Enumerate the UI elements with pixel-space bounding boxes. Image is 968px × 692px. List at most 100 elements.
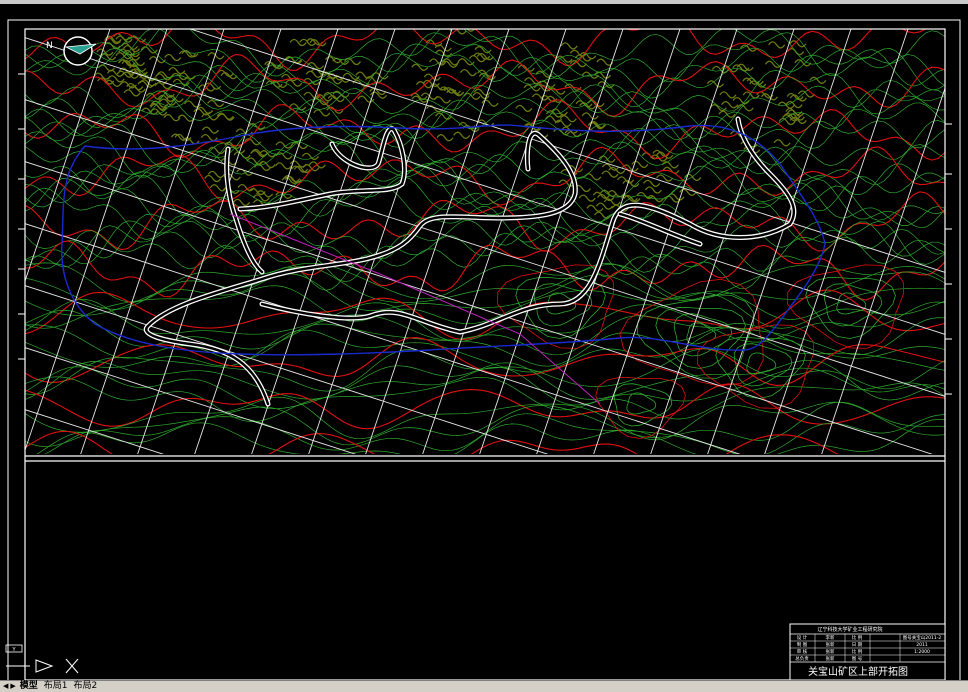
vegetation-stroke [453, 131, 471, 139]
title-block-cell: 设 计 [797, 634, 808, 641]
vegetation-stroke [601, 170, 619, 178]
vegetation-stroke [323, 91, 341, 100]
tab-model[interactable]: 模型 [17, 681, 41, 692]
vegetation-stroke [201, 126, 220, 134]
ucs-icon: Y X [5, 644, 87, 674]
drawing-title: 关宝山矿区上部开拓图 [808, 665, 908, 678]
vegetation-stroke [217, 113, 235, 121]
vegetation-stroke [764, 60, 782, 68]
vegetation-stroke [560, 42, 578, 50]
vegetation-stroke [581, 112, 599, 120]
tab-nav-first-icon[interactable]: ◀ [2, 681, 9, 692]
vegetation-stroke [123, 89, 141, 97]
vegetation-stroke [244, 138, 262, 146]
title-block-cell: 制 图 [797, 641, 808, 648]
vegetation-stroke [426, 105, 444, 113]
vegetation-stroke [706, 80, 724, 88]
vegetation-stroke [768, 41, 786, 49]
vegetation-stroke [275, 152, 293, 160]
title-block-cell: 李新 [826, 634, 835, 641]
vegetation-stroke [303, 77, 321, 86]
vegetation-stroke [661, 161, 679, 169]
vegetation-stroke [559, 115, 577, 123]
vegetation-stroke [531, 93, 549, 101]
hill-contour [805, 277, 896, 339]
vegetation-stroke [786, 92, 804, 101]
vegetation-stroke [732, 64, 750, 72]
contour-line [25, 401, 945, 447]
vegetation-stroke [164, 53, 182, 62]
vegetation-stroke [207, 99, 225, 108]
grid-line-diagonal [25, 29, 168, 452]
grid-line-diagonal [251, 29, 396, 454]
contour-line [25, 327, 945, 373]
title-block-cell: 审 核 [797, 648, 808, 655]
vegetation-stroke [586, 204, 604, 212]
title-block-cell: 比 例 [852, 648, 863, 655]
vegetation-stroke [433, 96, 451, 104]
vegetation-stroke [644, 186, 662, 194]
vegetation-stroke [220, 71, 238, 80]
vegetation-stroke [463, 92, 481, 100]
title-block-cell: 图 号 [852, 656, 863, 662]
vegetation-stroke [554, 119, 572, 127]
vegetation-stroke [313, 109, 331, 117]
vegetation-stroke [595, 202, 614, 210]
vegetation-stroke [578, 194, 596, 202]
vegetation-stroke [172, 78, 190, 87]
vegetation-stroke [617, 176, 635, 184]
contour-line [25, 366, 945, 410]
vegetation-stroke [515, 104, 533, 113]
vegetation-stroke [232, 198, 251, 207]
hill-contour [613, 383, 673, 427]
cad-drawing-canvas[interactable]: N 辽宁科技大学矿业工程研究院 设 计李新比 例图号关宝山2011-2 制 图张新… [0, 4, 968, 680]
title-block-cell: 图号关宝山2011-2 [903, 634, 942, 641]
model-space-view[interactable]: N 辽宁科技大学矿业工程研究院 设 计李新比 例图号关宝山2011-2制 图张新… [0, 4, 968, 680]
vegetation-stroke [466, 29, 476, 32]
contour-line [25, 221, 945, 283]
contour-line [25, 182, 945, 243]
grid-line-diagonal [422, 29, 567, 454]
title-block-cell: 比 例 [852, 634, 863, 641]
vegetation-stroke [643, 179, 661, 188]
vegetation-stroke [137, 80, 155, 88]
vegetation-stroke [289, 38, 307, 47]
grid-line-diagonal [764, 29, 909, 454]
title-block-cell: 张新 [826, 648, 835, 655]
contour-line [25, 273, 945, 320]
grid-line-diagonal [25, 29, 111, 283]
vegetation-stroke [457, 58, 475, 66]
topographic-map [25, 29, 945, 454]
contour-line [25, 159, 945, 212]
grid-line-cross [25, 285, 549, 454]
title-block-cell: 日 期 [852, 642, 863, 648]
tab-nav-next-icon[interactable]: ▶ [9, 681, 16, 692]
title-block-company: 辽宁科技大学矿业工程研究院 [817, 626, 882, 633]
vegetation-stroke [719, 91, 737, 99]
vegetation-stroke [760, 93, 779, 101]
contour-line [25, 176, 945, 235]
vegetation-stroke [736, 63, 754, 71]
title-block-cell: 张新 [826, 655, 835, 662]
title-block-cell: 总负责 [795, 655, 809, 662]
contour-line [25, 29, 945, 78]
contour-line [25, 36, 945, 99]
vegetation-stroke [594, 211, 612, 219]
vegetation-stroke [523, 84, 541, 92]
tab-layout-1[interactable]: 布局1 [41, 681, 71, 692]
tab-layout-2[interactable]: 布局2 [71, 681, 101, 692]
hill-contour [836, 292, 867, 315]
vegetation-stroke [436, 134, 454, 142]
grid-line-cross [25, 99, 945, 397]
layout-tab-bar: ◀ ▶ 模型 布局1 布局2 [0, 680, 968, 692]
vegetation-stroke [721, 101, 739, 109]
vegetation-stroke [773, 139, 791, 147]
title-block: 辽宁科技大学矿业工程研究院 设 计李新比 例图号关宝山2011-2制 图张新日 … [789, 623, 946, 680]
north-label: N [46, 41, 53, 51]
vegetation-stroke [459, 68, 478, 77]
vegetation-stroke [411, 63, 429, 71]
vegetation-stroke [732, 96, 750, 105]
north-arrow: N [46, 36, 97, 66]
vegetation-stroke [596, 58, 614, 66]
ucs-x-mark [65, 658, 79, 674]
